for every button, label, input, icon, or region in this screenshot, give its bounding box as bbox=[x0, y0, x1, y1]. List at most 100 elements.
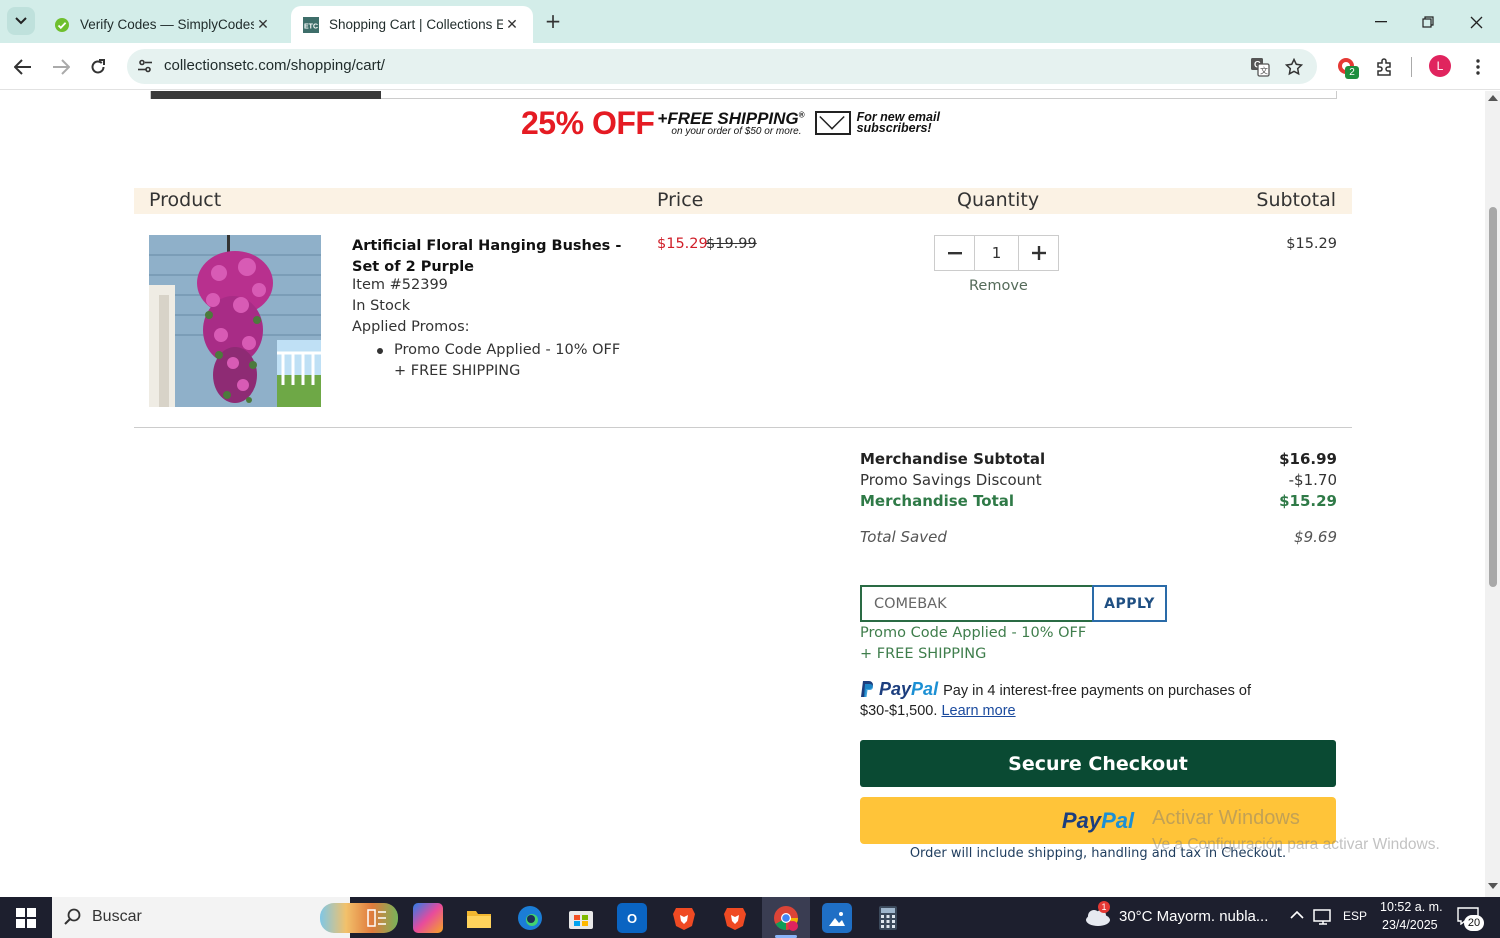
remove-item-link[interactable]: Remove bbox=[969, 278, 1028, 294]
banner-discount: 25% OFF bbox=[521, 104, 655, 141]
paypal-button-part1: Pay bbox=[1061, 807, 1102, 833]
scroll-up-arrow-icon[interactable] bbox=[1488, 95, 1498, 101]
calculator-icon[interactable] bbox=[873, 903, 903, 933]
weather-alert-badge: 1 bbox=[1098, 901, 1110, 913]
forward-button[interactable] bbox=[48, 54, 74, 80]
language-indicator[interactable]: ESP bbox=[1343, 909, 1367, 923]
merch-subtotal-value: $16.99 bbox=[1279, 450, 1337, 468]
extension-badge: 2 bbox=[1345, 66, 1359, 79]
scroll-down-arrow-icon[interactable] bbox=[1488, 883, 1498, 889]
favicon-text: ETC bbox=[304, 23, 318, 30]
translate-icon[interactable]: G文 bbox=[1250, 57, 1270, 77]
paypal-p-icon bbox=[861, 681, 873, 697]
paypal-pay-in-4-message: PayPal Pay in 4 interest-free payments o… bbox=[860, 679, 1280, 721]
simplycodes-extension-icon[interactable]: 2 bbox=[1335, 55, 1359, 79]
windows-activation-subtext: Ve a Configuración para activar Windows. bbox=[1152, 836, 1440, 853]
address-bar[interactable]: collectionsetc.com/shopping/cart/ G文 bbox=[127, 49, 1317, 84]
merch-total-value: $15.29 bbox=[1279, 492, 1337, 510]
show-hidden-icons-chevron-up-icon[interactable] bbox=[1290, 907, 1304, 925]
simplycodes-favicon-icon bbox=[54, 17, 70, 33]
increase-quantity-button[interactable] bbox=[1019, 236, 1058, 270]
banner-shipping-reg: ® bbox=[798, 109, 805, 119]
windows-activation-watermark: Activar Windows bbox=[1152, 807, 1300, 829]
tab-title: Verify Codes — SimplyCodes bbox=[80, 17, 254, 32]
profile-avatar[interactable]: L bbox=[1429, 55, 1451, 77]
notifications-icon[interactable]: 20 bbox=[1457, 907, 1484, 931]
paypal-logo-part2: Pal bbox=[911, 679, 939, 699]
copilot-icon[interactable] bbox=[413, 903, 443, 933]
extensions-puzzle-icon[interactable] bbox=[1373, 55, 1397, 79]
quantity-value[interactable]: 1 bbox=[974, 236, 1019, 270]
brave-browser-icon[interactable] bbox=[669, 903, 699, 933]
total-saved-row: Total Saved $9.69 bbox=[860, 528, 1337, 546]
browser-menu-icon[interactable] bbox=[1466, 55, 1490, 79]
weather-cloud-icon[interactable]: 1 bbox=[1084, 901, 1112, 927]
plus-icon bbox=[1031, 246, 1046, 260]
decrease-quantity-button[interactable] bbox=[935, 236, 974, 270]
envelope-icon bbox=[814, 111, 851, 135]
promo-banner[interactable]: 25% OFF +FREE SHIPPING® on your order of… bbox=[521, 103, 949, 143]
minus-icon bbox=[947, 251, 962, 254]
toolbar-divider bbox=[1411, 57, 1412, 77]
search-icon bbox=[64, 908, 81, 925]
microsoft-store-icon[interactable] bbox=[566, 903, 596, 933]
arrow-left-icon bbox=[14, 59, 31, 75]
secure-checkout-button[interactable]: Secure Checkout bbox=[860, 740, 1336, 787]
nav-active-segment bbox=[151, 91, 381, 99]
windows-start-icon[interactable] bbox=[16, 908, 36, 928]
close-window-icon[interactable] bbox=[1456, 8, 1496, 36]
new-tab-button[interactable]: + bbox=[542, 11, 564, 33]
weather-text[interactable]: 30°C Mayorm. nubla... bbox=[1119, 908, 1268, 925]
merch-total-label: Merchandise Total bbox=[860, 492, 1015, 510]
product-image[interactable] bbox=[149, 235, 321, 407]
chrome-icon[interactable] bbox=[771, 903, 801, 933]
minimize-icon[interactable] bbox=[1361, 8, 1401, 36]
url-text: collectionsetc.com/shopping/cart/ bbox=[164, 57, 385, 74]
product-name-link[interactable]: Artificial Floral Hanging Bushes - Set o… bbox=[352, 236, 627, 278]
chevron-down-icon bbox=[15, 17, 27, 25]
close-tab-icon[interactable]: ✕ bbox=[503, 16, 521, 34]
learn-more-link[interactable]: Learn more bbox=[941, 703, 1015, 719]
merch-total-row: Merchandise Total $15.29 bbox=[860, 492, 1337, 510]
quantity-stepper: 1 bbox=[934, 235, 1059, 271]
page-scrollbar[interactable] bbox=[1485, 91, 1500, 897]
network-icon[interactable] bbox=[1313, 908, 1333, 931]
banner-shipping: +FREE SHIPPING® on your order of $50 or … bbox=[657, 110, 804, 137]
outlook-icon[interactable]: O bbox=[617, 903, 647, 933]
edge-browser-icon[interactable] bbox=[515, 903, 545, 933]
photos-app-icon[interactable] bbox=[822, 903, 852, 933]
applied-promos-label: Applied Promos: bbox=[352, 319, 470, 335]
stock-status: In Stock bbox=[352, 298, 411, 314]
task-view-icon[interactable] bbox=[362, 903, 392, 933]
item-subtotal: $15.29 bbox=[1286, 236, 1337, 252]
reload-icon bbox=[91, 59, 105, 74]
header-subtotal: Subtotal bbox=[1256, 189, 1336, 211]
back-button[interactable] bbox=[10, 54, 36, 80]
cart-page: 25% OFF +FREE SHIPPING® on your order of… bbox=[0, 91, 1485, 897]
close-tab-icon[interactable]: ✕ bbox=[254, 16, 272, 34]
site-settings-icon[interactable] bbox=[137, 58, 153, 78]
banner-audience: For new email subscribers! bbox=[857, 111, 949, 135]
applied-promo-item: Promo Code Applied - 10% OFF + FREE SHIP… bbox=[377, 340, 634, 382]
apply-promo-button[interactable]: APPLY bbox=[1092, 585, 1167, 622]
header-quantity: Quantity bbox=[957, 189, 1040, 211]
header-price: Price bbox=[657, 189, 704, 211]
original-price: $19.99 bbox=[706, 236, 757, 252]
collections-etc-favicon-icon: ETC bbox=[303, 16, 319, 33]
tab-shopping-cart[interactable]: ETC Shopping Cart | Collections Etc. ✕ bbox=[291, 6, 533, 43]
promo-discount-row: Promo Savings Discount -$1.70 bbox=[860, 471, 1337, 489]
brave-browser-alt-icon[interactable] bbox=[720, 903, 750, 933]
bookmark-star-icon[interactable] bbox=[1284, 57, 1304, 77]
tab-simplycodes[interactable]: Verify Codes — SimplyCodes ✕ bbox=[42, 6, 284, 43]
clock-time[interactable]: 10:52 a. m. bbox=[1380, 900, 1443, 914]
clock-date[interactable]: 23/4/2025 bbox=[1382, 918, 1438, 932]
svg-text:文: 文 bbox=[1260, 66, 1268, 76]
reload-button[interactable] bbox=[85, 54, 111, 80]
restore-icon[interactable] bbox=[1408, 8, 1448, 36]
taskbar-search[interactable]: Buscar bbox=[52, 897, 398, 938]
file-explorer-icon[interactable] bbox=[464, 903, 494, 933]
scrollbar-thumb[interactable] bbox=[1489, 207, 1497, 587]
tab-search-button[interactable] bbox=[7, 7, 35, 35]
paypal-logo: PayPal bbox=[860, 679, 943, 699]
promo-code-input[interactable] bbox=[860, 585, 1094, 622]
